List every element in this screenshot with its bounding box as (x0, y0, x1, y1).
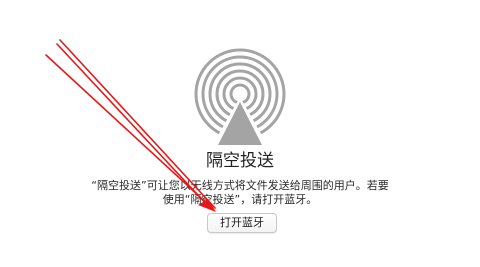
turn-on-bluetooth-button[interactable]: 打开蓝牙 (207, 213, 277, 233)
airdrop-description: “隔空投送”可让您以无线方式将文件发送给周围的用户。若要 使用“隔空投送”，请打… (90, 179, 390, 207)
description-line-2: 使用“隔空投送”，请打开蓝牙。 (162, 193, 318, 206)
airdrop-icon (194, 48, 286, 146)
airdrop-title: 隔空投送 (206, 151, 274, 171)
airdrop-panel: 隔空投送 “隔空投送”可让您以无线方式将文件发送给周围的用户。若要 使用“隔空投… (0, 0, 480, 267)
description-line-1: “隔空投送”可让您以无线方式将文件发送给周围的用户。若要 (91, 179, 389, 192)
